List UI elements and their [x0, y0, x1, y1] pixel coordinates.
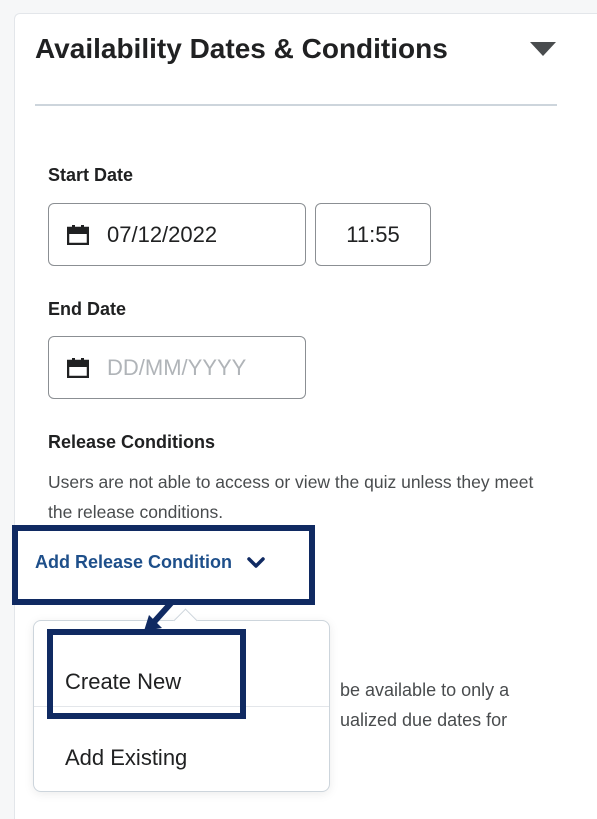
release-conditions-description: Users are not able to access or view the…: [48, 472, 534, 522]
end-date-input[interactable]: DD/MM/YYYY: [48, 336, 306, 399]
section-divider: [35, 104, 557, 106]
start-date-input[interactable]: 07/12/2022: [48, 203, 306, 266]
arrow-down-left-icon: [144, 599, 175, 631]
calendar-icon: [67, 224, 89, 245]
end-date-label: End Date: [48, 299, 127, 319]
menu-item-add-existing[interactable]: Add Existing: [34, 745, 329, 771]
hidden-text-line1: be available to only a: [340, 680, 510, 700]
start-time-input[interactable]: 11:55: [315, 203, 431, 266]
highlight-box-create-new: [47, 629, 246, 719]
start-date-label: Start Date: [48, 165, 134, 185]
caret-down-icon[interactable]: [528, 40, 558, 58]
start-time-value: 11:55: [346, 221, 400, 247]
start-date-value: 07/12/2022: [107, 221, 218, 247]
add-release-condition-label: Add Release Condition: [35, 552, 233, 572]
hidden-text-line2: ualized due dates for: [340, 710, 508, 730]
end-date-placeholder: DD/MM/YYYY: [107, 354, 247, 380]
chevron-down-icon: [247, 556, 265, 568]
release-conditions-label: Release Conditions: [48, 432, 216, 452]
panel-title: Availability Dates & Conditions: [35, 33, 448, 64]
calendar-icon: [67, 357, 89, 378]
add-release-condition-button[interactable]: Add Release Condition: [35, 552, 266, 573]
